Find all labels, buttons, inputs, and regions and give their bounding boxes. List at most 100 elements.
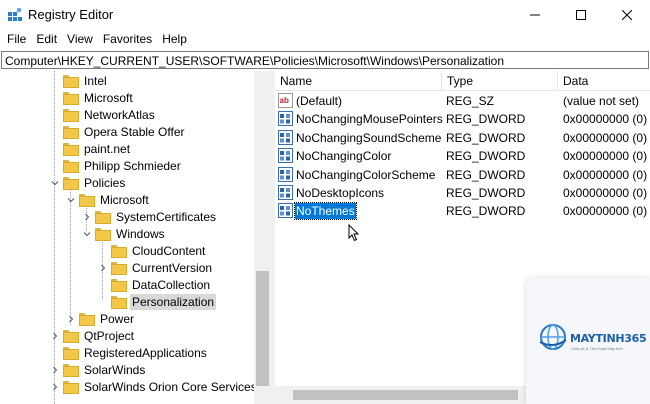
minimize-button[interactable]	[512, 0, 558, 30]
value-data: (value not set)	[563, 94, 640, 108]
value-name: NoChangingColor	[296, 149, 392, 164]
value-row[interactable]: NoChangingSoundScheme REG_DWORD 0x00000000…	[275, 129, 650, 147]
folder-icon	[95, 228, 111, 241]
tree-vertical-scrollbar[interactable]	[254, 71, 271, 404]
value-row[interactable]: NoChangingColor REG_DWORD 0x00000000 (0)	[275, 147, 650, 165]
tree-node[interactable]: Personalization	[97, 293, 217, 310]
tree-node-label: RegisteredApplications	[84, 345, 207, 360]
chevron-down-icon[interactable]	[65, 191, 77, 208]
chevron-down-icon[interactable]	[49, 174, 61, 191]
chevron-right-icon[interactable]	[49, 378, 61, 395]
tree-node[interactable]: Intel	[49, 72, 109, 89]
value-type: REG_DWORD	[446, 112, 526, 127]
folder-icon	[63, 126, 79, 139]
folder-icon	[63, 160, 79, 173]
tree-node-label: CurrentVersion	[132, 260, 213, 275]
value-data: 0x00000000 (0)	[563, 112, 648, 127]
dword-value-icon	[278, 185, 293, 200]
value-row[interactable]: NoChangingColorScheme REG_DWORD 0x00000000…	[275, 166, 650, 184]
maximize-button[interactable]	[558, 0, 604, 30]
menu-favorites[interactable]: Favorites	[99, 30, 156, 50]
tree-node-label: paint.net	[84, 141, 131, 156]
address-bar[interactable]: Computer\HKEY_CURRENT_USER\SOFTWARE\Poli…	[1, 51, 649, 69]
tree-node-label: Microsoft	[100, 192, 149, 207]
tree-node[interactable]: Policies	[49, 174, 127, 191]
menu-edit[interactable]: Edit	[32, 30, 61, 50]
tree-node[interactable]: SolarWinds Orion Core Services	[49, 378, 259, 395]
folder-icon	[63, 75, 79, 88]
list-scroll-thumb[interactable]	[293, 390, 518, 400]
column-header-name[interactable]: Name	[280, 74, 312, 88]
folder-icon	[111, 262, 127, 275]
folder-icon	[63, 347, 79, 360]
tree-guide-line	[70, 189, 71, 325]
tree-node[interactable]: CurrentVersion	[97, 259, 214, 276]
chevron-down-icon[interactable]	[81, 225, 93, 242]
tree-node[interactable]: SolarWinds	[49, 361, 147, 378]
tree-node[interactable]: CloudContent	[97, 242, 207, 259]
column-header-data[interactable]: Data	[563, 74, 588, 88]
column-divider[interactable]	[557, 71, 558, 91]
maximize-icon	[576, 10, 586, 20]
column-divider[interactable]	[441, 71, 442, 91]
menu-help[interactable]: Help	[158, 30, 191, 50]
tree-node[interactable]: DataCollection	[97, 276, 212, 293]
tree-node-label: DataCollection	[132, 277, 211, 292]
tree-node-label: SystemCertificates	[116, 209, 217, 224]
tree-node[interactable]: Microsoft	[49, 89, 135, 106]
folder-icon	[111, 296, 127, 309]
value-row[interactable]: NoDesktopIcons REG_DWORD 0x00000000 (0)	[275, 184, 650, 202]
menu-file[interactable]: File	[3, 30, 30, 50]
value-type: REG_SZ	[446, 94, 495, 108]
value-type: REG_DWORD	[446, 204, 526, 219]
menu-view[interactable]: View	[63, 30, 97, 50]
tree-node[interactable]: Philipp Schmieder	[49, 157, 183, 174]
value-row[interactable]: NoChangingMousePointers REG_DWORD 0x000000…	[275, 110, 650, 128]
value-type: REG_DWORD	[446, 130, 526, 145]
tree-node[interactable]: QtProject	[49, 327, 136, 344]
folder-icon	[111, 279, 127, 292]
watermark-brand: MAYTINH365	[570, 332, 647, 345]
value-row[interactable]: NoThemes REG_DWORD 0x00000000 (0)	[275, 202, 650, 221]
tree-node-label: SolarWinds	[84, 362, 146, 377]
tree-node-label: Power	[100, 311, 135, 326]
tree-scroll-thumb[interactable]	[256, 271, 269, 386]
column-header-type[interactable]: Type	[447, 74, 473, 88]
chevron-right-icon[interactable]	[49, 361, 61, 378]
folder-icon	[79, 313, 95, 326]
value-data: 0x00000000 (0)	[563, 130, 648, 145]
tree-node[interactable]: NetworkAtlas	[49, 106, 157, 123]
folder-icon	[63, 92, 79, 105]
value-name: NoChangingSoundScheme	[296, 130, 442, 145]
tree-node-label: Personalization	[130, 293, 217, 310]
dword-value-icon	[278, 166, 293, 182]
tree-node-label: CloudContent	[132, 243, 206, 258]
tree-node[interactable]: paint.net	[49, 140, 132, 157]
minimize-icon	[530, 14, 540, 16]
tree-node[interactable]: Microsoft	[65, 191, 151, 208]
value-name: NoThemes	[294, 202, 357, 221]
tree-node-label: Intel	[84, 73, 107, 88]
tree-node[interactable]: Opera Stable Offer	[49, 123, 187, 140]
folder-icon	[63, 143, 79, 156]
tree-node-label: Opera Stable Offer	[84, 124, 185, 139]
chevron-right-icon[interactable]	[49, 327, 61, 344]
value-row[interactable]: ab (Default) REG_SZ (value not set)	[275, 92, 650, 110]
tree-node[interactable]: Windows	[81, 225, 167, 242]
close-button[interactable]	[604, 0, 650, 30]
chevron-right-icon[interactable]	[81, 208, 93, 225]
chevron-right-icon[interactable]	[97, 259, 109, 276]
tree-node[interactable]: RegisteredApplications	[49, 344, 209, 361]
title-bar: Registry Editor	[0, 0, 650, 30]
chevron-right-icon[interactable]	[65, 310, 77, 327]
tree-node[interactable]: Power	[65, 310, 136, 327]
key-tree[interactable]: Intel Microsoft NetworkAtlas Opera Stable O…	[1, 71, 270, 404]
tree-node-label: Microsoft	[84, 90, 133, 105]
tree-node[interactable]: SystemCertificates	[81, 208, 218, 225]
